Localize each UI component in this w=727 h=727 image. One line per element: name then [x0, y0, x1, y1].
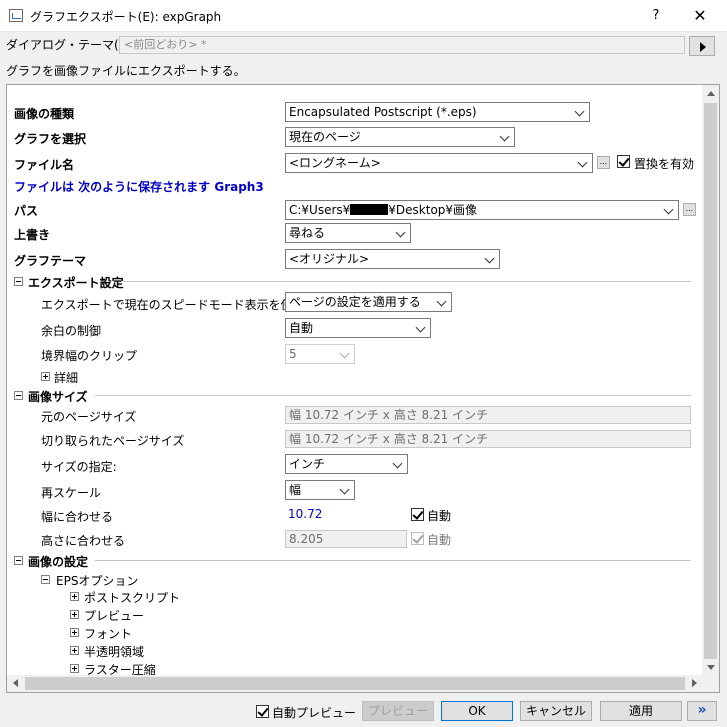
graph-theme-select[interactable]: <オリジナル> [285, 249, 500, 269]
chevron-down-icon [436, 296, 447, 307]
preview-options-label: プレビュー [84, 609, 145, 623]
file-name-combo[interactable]: <ロングネーム> [285, 153, 593, 173]
clip-width-label: 境界幅のクリップ [41, 349, 138, 363]
chevron-down-icon [663, 204, 674, 215]
replace-enable-label: 置換を有効 [634, 157, 695, 171]
margin-control-select[interactable]: 自動 [285, 318, 431, 338]
app-icon [9, 9, 23, 22]
expand-postscript-icon[interactable] [70, 592, 79, 601]
dialog-theme-input[interactable]: <前回どおり> * [119, 36, 685, 54]
speed-mode-select[interactable]: ページの設定を適用する [285, 292, 452, 312]
cropped-page-size-field: 幅 10.72 インチ x 高さ 8.21 インチ [285, 430, 691, 448]
fit-width-label: 幅に合わせる [41, 510, 114, 524]
fit-height-label: 高さに合わせる [41, 534, 126, 548]
fit-width-auto-label: 自動 [427, 509, 452, 523]
overwrite-label: 上書き [14, 228, 51, 242]
postscript-label: ポストスクリプト [84, 591, 181, 605]
vertical-scroll-thumb[interactable] [704, 103, 717, 659]
file-name-browse-button[interactable]: ... [597, 156, 610, 169]
expand-more-button[interactable]: » [687, 701, 717, 721]
fit-width-auto-checkbox[interactable] [411, 508, 424, 521]
scroll-right-icon[interactable] [692, 679, 697, 687]
preview-button[interactable]: プレビュー [362, 701, 434, 721]
auto-preview-label: 自動プレビュー [272, 706, 357, 720]
save-notice: ファイルは 次のように保存されます Graph3 [14, 180, 264, 194]
path-label: パス [14, 204, 39, 218]
scrollbar-corner [702, 675, 719, 692]
select-graph-select[interactable]: 現在のページ [285, 127, 515, 147]
path-combo[interactable]: C:¥Users¥ ¥Desktop¥画像 [285, 200, 679, 220]
collapse-image-size-icon[interactable] [14, 391, 23, 400]
margin-control-label: 余白の制御 [41, 324, 102, 338]
apply-button[interactable]: 適用 [600, 701, 682, 721]
clip-width-select[interactable]: 5 [285, 344, 355, 364]
settings-panel: 画像の種類 Encapsulated Postscript (*.eps) グラ… [6, 84, 720, 693]
chevron-down-icon [484, 253, 495, 264]
close-button[interactable]: ✕ [690, 6, 710, 26]
transparency-label: 半透明領域 [84, 645, 145, 659]
chevron-down-icon [395, 227, 406, 238]
fit-width-value[interactable]: 10.72 [288, 507, 322, 521]
vertical-scrollbar[interactable] [702, 85, 719, 676]
cropped-page-size-label: 切り取られたページサイズ [41, 434, 185, 448]
expand-details-icon[interactable] [41, 372, 50, 381]
dialog-description: グラフを画像ファイルにエクスポートする。 [6, 64, 246, 78]
export-settings-header: エクスポート設定 [28, 276, 124, 290]
size-unit-label: サイズの指定: [41, 460, 117, 474]
expand-font-icon[interactable] [70, 628, 79, 637]
dialog-theme-menu-button[interactable] [689, 36, 715, 56]
ok-button[interactable]: OK [441, 701, 513, 721]
cancel-button[interactable]: キャンセル [520, 701, 592, 721]
file-name-label: ファイル名 [14, 158, 75, 172]
image-settings-header: 画像の設定 [28, 555, 89, 569]
image-size-header: 画像サイズ [28, 390, 88, 404]
horizontal-scroll-thumb[interactable] [25, 677, 685, 690]
overwrite-select[interactable]: 尋ねる [285, 223, 411, 243]
font-label: フォント [84, 627, 133, 641]
title-bar: グラフエクスポート(E): expGraph ? ✕ [0, 0, 727, 32]
scroll-down-icon[interactable] [707, 665, 715, 670]
replace-enable-checkbox[interactable] [617, 155, 630, 168]
window-title: グラフエクスポート(E): expGraph [30, 10, 222, 24]
section-divider [95, 395, 691, 396]
horizontal-scrollbar[interactable] [7, 675, 703, 692]
scroll-up-icon[interactable] [707, 91, 715, 96]
fit-height-field: 8.205 [285, 530, 407, 548]
collapse-image-settings-icon[interactable] [14, 556, 23, 565]
size-unit-select[interactable]: インチ [285, 454, 408, 474]
path-browse-button[interactable]: ... [683, 203, 696, 216]
section-divider [95, 560, 691, 561]
select-graph-label: グラフを選択 [14, 132, 87, 146]
original-page-size-label: 元のページサイズ [41, 410, 137, 424]
dialog-theme-label: ダイアログ・テーマ(H) [6, 38, 133, 52]
rescale-select[interactable]: 幅 [285, 480, 355, 500]
chevron-down-icon [499, 131, 510, 142]
image-type-label: 画像の種類 [14, 107, 75, 121]
fit-height-auto-checkbox[interactable] [411, 532, 424, 545]
fit-height-auto-label: 自動 [427, 533, 452, 547]
original-page-size-field: 幅 10.72 インチ x 高さ 8.21 インチ [285, 406, 691, 424]
auto-preview-checkbox[interactable] [256, 705, 269, 718]
chevron-down-icon [339, 348, 350, 359]
section-divider [123, 281, 691, 282]
image-type-select[interactable]: Encapsulated Postscript (*.eps) [285, 102, 590, 122]
collapse-export-settings-icon[interactable] [14, 277, 23, 286]
expand-preview-icon[interactable] [70, 610, 79, 619]
chevron-down-icon [577, 157, 588, 168]
chevron-down-icon [574, 106, 585, 117]
chevron-down-icon [392, 458, 403, 469]
chevron-down-icon [415, 322, 426, 333]
scroll-left-icon[interactable] [13, 679, 18, 687]
chevron-down-icon [339, 484, 350, 495]
redacted-block [350, 204, 389, 215]
collapse-eps-options-icon[interactable] [41, 575, 50, 584]
rescale-label: 再スケール [41, 486, 102, 500]
details-label: 詳細 [54, 371, 79, 385]
help-button[interactable]: ? [646, 6, 666, 26]
speed-mode-label: エクスポートで現在のスピードモード表示を使う [41, 298, 305, 312]
graph-theme-label: グラフテーマ [14, 254, 87, 268]
eps-options-label: EPSオプション [56, 574, 139, 588]
expand-raster-compression-icon[interactable] [70, 664, 79, 673]
expand-transparency-icon[interactable] [70, 646, 79, 655]
